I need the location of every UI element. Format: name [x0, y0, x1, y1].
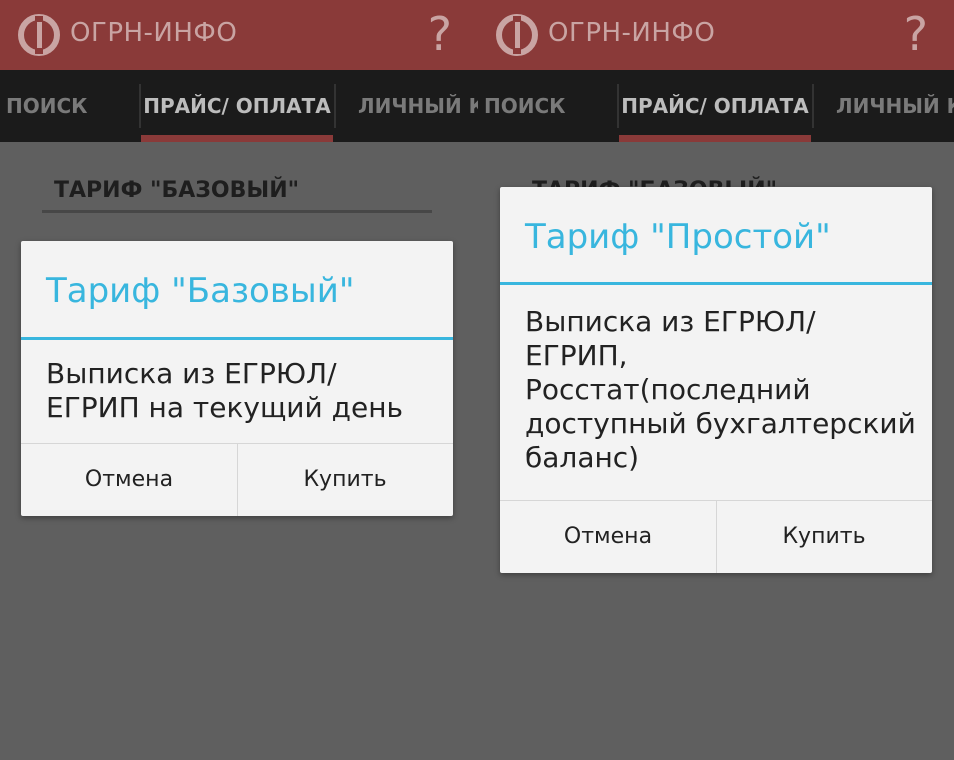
tab-personal-cabinet[interactable]: ЛИЧНЫЙ КАБИНЕТ	[336, 70, 478, 142]
question-mark-icon: ?	[903, 7, 928, 61]
ogrn-logo-icon	[496, 14, 538, 56]
dialog-message: Выписка из ЕГРЮЛ/ ЕГРИП, Росстат(последн…	[525, 305, 925, 475]
buy-button[interactable]: Купить	[716, 501, 932, 573]
tariff-dialog: Тариф "Простой" Выписка из ЕГРЮЛ/ ЕГРИП,…	[500, 187, 932, 573]
dialog-button-bar: Отмена Купить	[500, 500, 932, 573]
tab-personal-cabinet[interactable]: ЛИЧНЫЙ КАБИНЕТ	[814, 70, 954, 142]
right-screen: ОГРН-ИНФО ? ПОИСК ПРАЙС/ ОПЛАТА ЛИЧНЫЙ К…	[478, 0, 954, 760]
dialog-message-line: баланс)	[525, 441, 640, 474]
dialog-title-divider	[21, 337, 453, 340]
tab-search[interactable]: ПОИСК	[478, 70, 615, 142]
dialog-message-line: Выписка из ЕГРЮЛ/	[525, 305, 816, 338]
buy-button[interactable]: Купить	[237, 444, 453, 516]
dialog-message: Выписка из ЕГРЮЛ/ ЕГРИП на текущий день	[46, 357, 403, 424]
ogrn-logo-icon	[18, 14, 60, 56]
dialog-message-line: ЕГРИП,	[525, 339, 628, 372]
tab-price-payment[interactable]: ПРАЙС/ ОПЛАТА	[619, 70, 811, 142]
active-tab-indicator	[619, 135, 811, 142]
dialog-title-divider	[500, 282, 932, 285]
app-title: ОГРН-ИНФО	[70, 18, 238, 48]
tab-bar: ПОИСК ПРАЙС/ ОПЛАТА ЛИЧНЫЙ КАБИНЕТ	[478, 70, 954, 142]
tab-search[interactable]: ПОИСК	[0, 70, 137, 142]
cancel-button[interactable]: Отмена	[21, 444, 237, 516]
tariff-dialog: Тариф "Базовый" Выписка из ЕГРЮЛ/ ЕГРИП …	[21, 241, 453, 516]
dialog-button-bar: Отмена Купить	[21, 443, 453, 516]
left-screen: ОГРН-ИНФО ? ПОИСК ПРАЙС/ ОПЛАТА ЛИЧНЫЙ К…	[0, 0, 478, 760]
tab-price-payment[interactable]: ПРАЙС/ ОПЛАТА	[141, 70, 333, 142]
tab-bar: ПОИСК ПРАЙС/ ОПЛАТА ЛИЧНЫЙ КАБИНЕТ	[0, 70, 478, 142]
app-title: ОГРН-ИНФО	[548, 18, 716, 48]
app-bar: ОГРН-ИНФО ?	[0, 0, 478, 70]
help-button[interactable]: ?	[904, 6, 928, 62]
help-button[interactable]: ?	[428, 6, 452, 62]
tariff-header-underline	[42, 210, 432, 213]
dialog-message-line: доступный бухгалтерский	[525, 407, 916, 440]
dialog-title: Тариф "Простой"	[525, 217, 831, 257]
question-mark-icon: ?	[427, 7, 452, 61]
tariff-header: ТАРИФ "БАЗОВЫЙ"	[54, 178, 300, 203]
cancel-button[interactable]: Отмена	[500, 501, 716, 573]
app-bar: ОГРН-ИНФО ?	[478, 0, 954, 70]
dialog-message-line: Росстат(последний	[525, 373, 811, 406]
dialog-title: Тариф "Базовый"	[46, 271, 355, 311]
active-tab-indicator	[141, 135, 333, 142]
